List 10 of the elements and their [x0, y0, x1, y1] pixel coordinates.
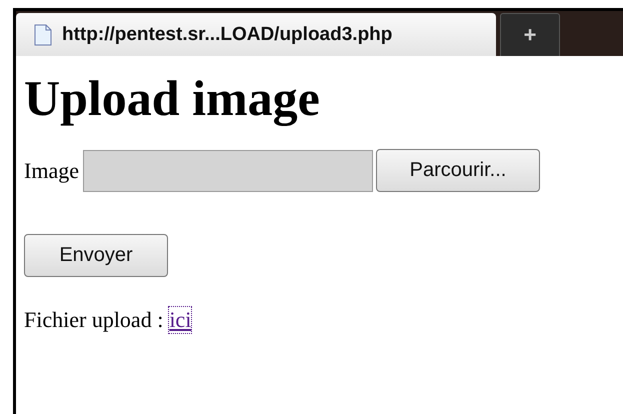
file-link[interactable]: ici	[169, 307, 192, 333]
field-label: Image	[24, 158, 79, 184]
browse-button[interactable]: Parcourir...	[376, 149, 540, 192]
page-icon	[34, 24, 52, 46]
page-heading: Upload image	[24, 69, 321, 128]
file-path-field[interactable]	[82, 150, 373, 192]
new-tab-button[interactable]: +	[500, 13, 560, 56]
submit-button[interactable]: Envoyer	[24, 234, 168, 277]
result-label: Fichier upload :	[24, 307, 164, 333]
browser-tab[interactable]: http://pentest.sr...LOAD/upload3.php	[16, 13, 496, 56]
